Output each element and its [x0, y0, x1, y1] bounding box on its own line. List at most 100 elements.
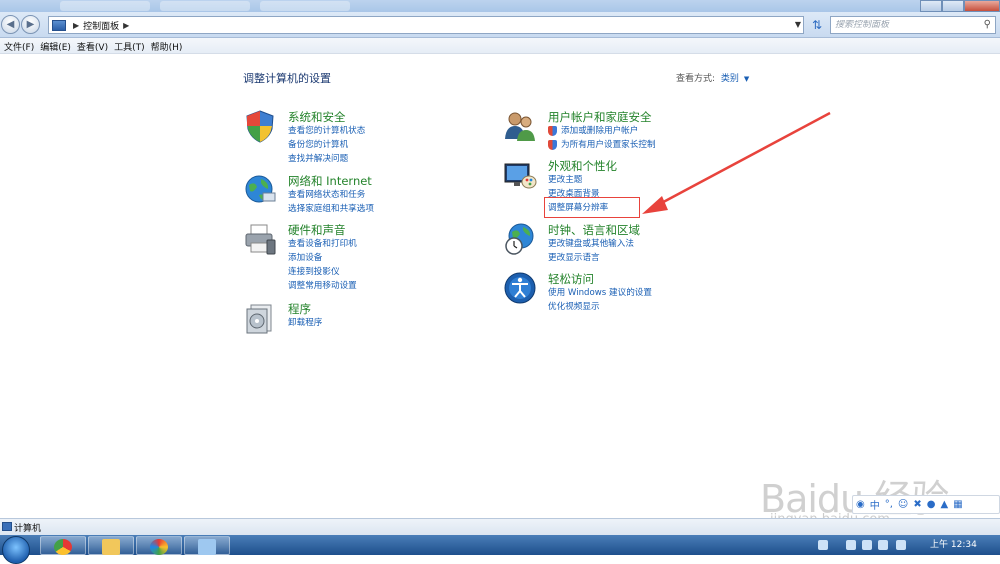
view-by-control: 查看方式: 类别 ▼: [676, 71, 749, 84]
printer-icon[interactable]: [243, 222, 277, 256]
taskbar: 上午 12:34: [0, 535, 1000, 564]
refresh-icon[interactable]: ⇅: [808, 17, 826, 33]
tray-icon[interactable]: [862, 540, 872, 550]
ime-punctuation-icon[interactable]: °,: [885, 499, 893, 510]
search-box[interactable]: ⚲: [830, 16, 996, 34]
link-change-theme[interactable]: 更改主题: [548, 173, 608, 187]
category-links: 查看网络状态和任务 选择家庭组和共享选项: [288, 188, 374, 216]
breadcrumb-chevron-icon[interactable]: ▶: [73, 21, 79, 30]
category-links: 使用 Windows 建议的设置 优化视频显示: [548, 286, 652, 314]
taskbar-control-panel-button[interactable]: [184, 536, 230, 555]
category-title[interactable]: 网络和 Internet: [288, 173, 372, 189]
link-windows-recommended[interactable]: 使用 Windows 建议的设置: [548, 286, 652, 300]
annotation-highlight-box: [544, 197, 640, 218]
category-title[interactable]: 程序: [288, 301, 311, 317]
link-view-computer-status[interactable]: 查看您的计算机状态: [288, 124, 365, 138]
monitor-palette-icon[interactable]: [503, 158, 537, 192]
annotation-arrow-icon: [642, 111, 831, 214]
ime-user-icon[interactable]: ●: [927, 499, 936, 510]
category-links: 更改键盘或其他输入法 更改显示语言: [548, 237, 634, 265]
background-tab[interactable]: [60, 1, 150, 11]
control-panel-icon: [52, 19, 66, 31]
category-title[interactable]: 时钟、语言和区域: [548, 222, 640, 238]
link-optimize-display[interactable]: 优化视频显示: [548, 300, 652, 314]
window-controls: [920, 0, 1000, 12]
ime-logo-icon[interactable]: ◉: [856, 499, 865, 510]
ime-skin-icon[interactable]: ▲: [940, 499, 948, 510]
link-mobility-settings[interactable]: 调整常用移动设置: [288, 279, 357, 293]
back-button[interactable]: ◀: [1, 15, 20, 34]
link-change-keyboard[interactable]: 更改键盘或其他输入法: [548, 237, 634, 251]
search-icon[interactable]: ⚲: [984, 19, 991, 30]
tray-icon[interactable]: [818, 540, 828, 550]
ime-toolbar: ◉ 中 °, ☺ ✖ ● ▲ ▦: [852, 495, 1000, 514]
ime-grid-icon[interactable]: ▦: [953, 499, 962, 510]
link-find-fix-problems[interactable]: 查找并解决问题: [288, 152, 365, 166]
link-connect-projector[interactable]: 连接到投影仪: [288, 265, 357, 279]
category-title[interactable]: 外观和个性化: [548, 158, 617, 174]
menu-edit[interactable]: 编辑(E): [39, 38, 76, 53]
breadcrumb-chevron-icon[interactable]: ▶: [123, 21, 129, 30]
view-by-label: 查看方式:: [676, 74, 716, 84]
minimize-button[interactable]: [920, 0, 942, 12]
ime-emoji-icon[interactable]: ☺: [898, 499, 908, 510]
maximize-button[interactable]: [942, 0, 964, 12]
link-homegroup-sharing[interactable]: 选择家庭组和共享选项: [288, 202, 374, 216]
category-title[interactable]: 硬件和声音: [288, 222, 346, 238]
page-title: 调整计算机的设置: [243, 72, 331, 85]
control-panel-icon: [198, 539, 216, 555]
link-add-device[interactable]: 添加设备: [288, 251, 357, 265]
menu-tools[interactable]: 工具(T): [113, 38, 150, 53]
view-by-dropdown[interactable]: 类别: [721, 74, 739, 84]
accessibility-icon[interactable]: [503, 271, 537, 305]
control-panel-window: ◀ ▶ ▶ 控制面板 ▶ ▼ ⇅ ⚲ 文件(F) 编辑(E) 查看(V) 工具(…: [0, 0, 1000, 564]
folder-icon: [102, 539, 120, 555]
address-bar[interactable]: ▶ 控制面板 ▶ ▼: [48, 16, 804, 34]
link-network-status[interactable]: 查看网络状态和任务: [288, 188, 374, 202]
main-content: 调整计算机的设置 查看方式: 类别 ▼ 系统和安全 查看您的计算机状态 备份您的…: [0, 55, 1000, 518]
ime-tools-icon[interactable]: ✖: [913, 499, 921, 510]
category-title[interactable]: 轻松访问: [548, 271, 594, 287]
category-links: 查看设备和打印机 添加设备 连接到投影仪 调整常用移动设置: [288, 237, 357, 293]
taskbar-chrome-button[interactable]: [40, 536, 86, 555]
forward-button[interactable]: ▶: [21, 15, 40, 34]
clock-globe-icon[interactable]: [503, 222, 537, 256]
status-label: 计算机: [14, 524, 42, 534]
ime-mode-toggle[interactable]: 中: [870, 497, 880, 512]
chevron-down-icon[interactable]: ▼: [744, 75, 749, 83]
tray-icon[interactable]: [846, 540, 856, 550]
category-title[interactable]: 系统和安全: [288, 109, 346, 125]
background-tab[interactable]: [260, 1, 350, 11]
category-links: 卸载程序: [288, 316, 322, 330]
shield-icon[interactable]: [243, 109, 277, 143]
color-app-icon: [150, 539, 168, 555]
computer-icon: [2, 522, 12, 531]
menu-bar: 文件(F) 编辑(E) 查看(V) 工具(T) 帮助(H): [0, 38, 1000, 54]
category-title[interactable]: 用户帐户和家庭安全: [548, 109, 652, 125]
category-links: 查看您的计算机状态 备份您的计算机 查找并解决问题: [288, 124, 365, 166]
link-uninstall-program[interactable]: 卸载程序: [288, 316, 322, 330]
background-tab[interactable]: [160, 1, 250, 11]
tray-volume-icon[interactable]: [896, 540, 906, 550]
link-backup-computer[interactable]: 备份您的计算机: [288, 138, 365, 152]
title-bar: [0, 0, 1000, 12]
link-change-display-language[interactable]: 更改显示语言: [548, 251, 634, 265]
taskbar-explorer-button[interactable]: [88, 536, 134, 555]
search-input[interactable]: [835, 20, 975, 30]
link-devices-printers[interactable]: 查看设备和打印机: [288, 237, 357, 251]
address-dropdown-icon[interactable]: ▼: [795, 20, 801, 29]
tray-network-icon[interactable]: [878, 540, 888, 550]
menu-file[interactable]: 文件(F): [3, 38, 39, 53]
users-icon[interactable]: [503, 109, 537, 143]
taskbar-clock[interactable]: 上午 12:34: [930, 537, 977, 550]
start-button[interactable]: [2, 536, 30, 564]
address-toolbar: ◀ ▶ ▶ 控制面板 ▶ ▼ ⇅ ⚲: [0, 12, 1000, 38]
network-globe-icon[interactable]: [243, 173, 277, 207]
menu-view[interactable]: 查看(V): [76, 38, 113, 53]
taskbar-app-button[interactable]: [136, 536, 182, 555]
programs-icon[interactable]: [243, 301, 277, 335]
status-bar: 计算机: [0, 518, 1000, 535]
breadcrumb-control-panel[interactable]: 控制面板: [83, 19, 119, 32]
menu-help[interactable]: 帮助(H): [150, 38, 188, 53]
close-button[interactable]: [964, 0, 1000, 12]
